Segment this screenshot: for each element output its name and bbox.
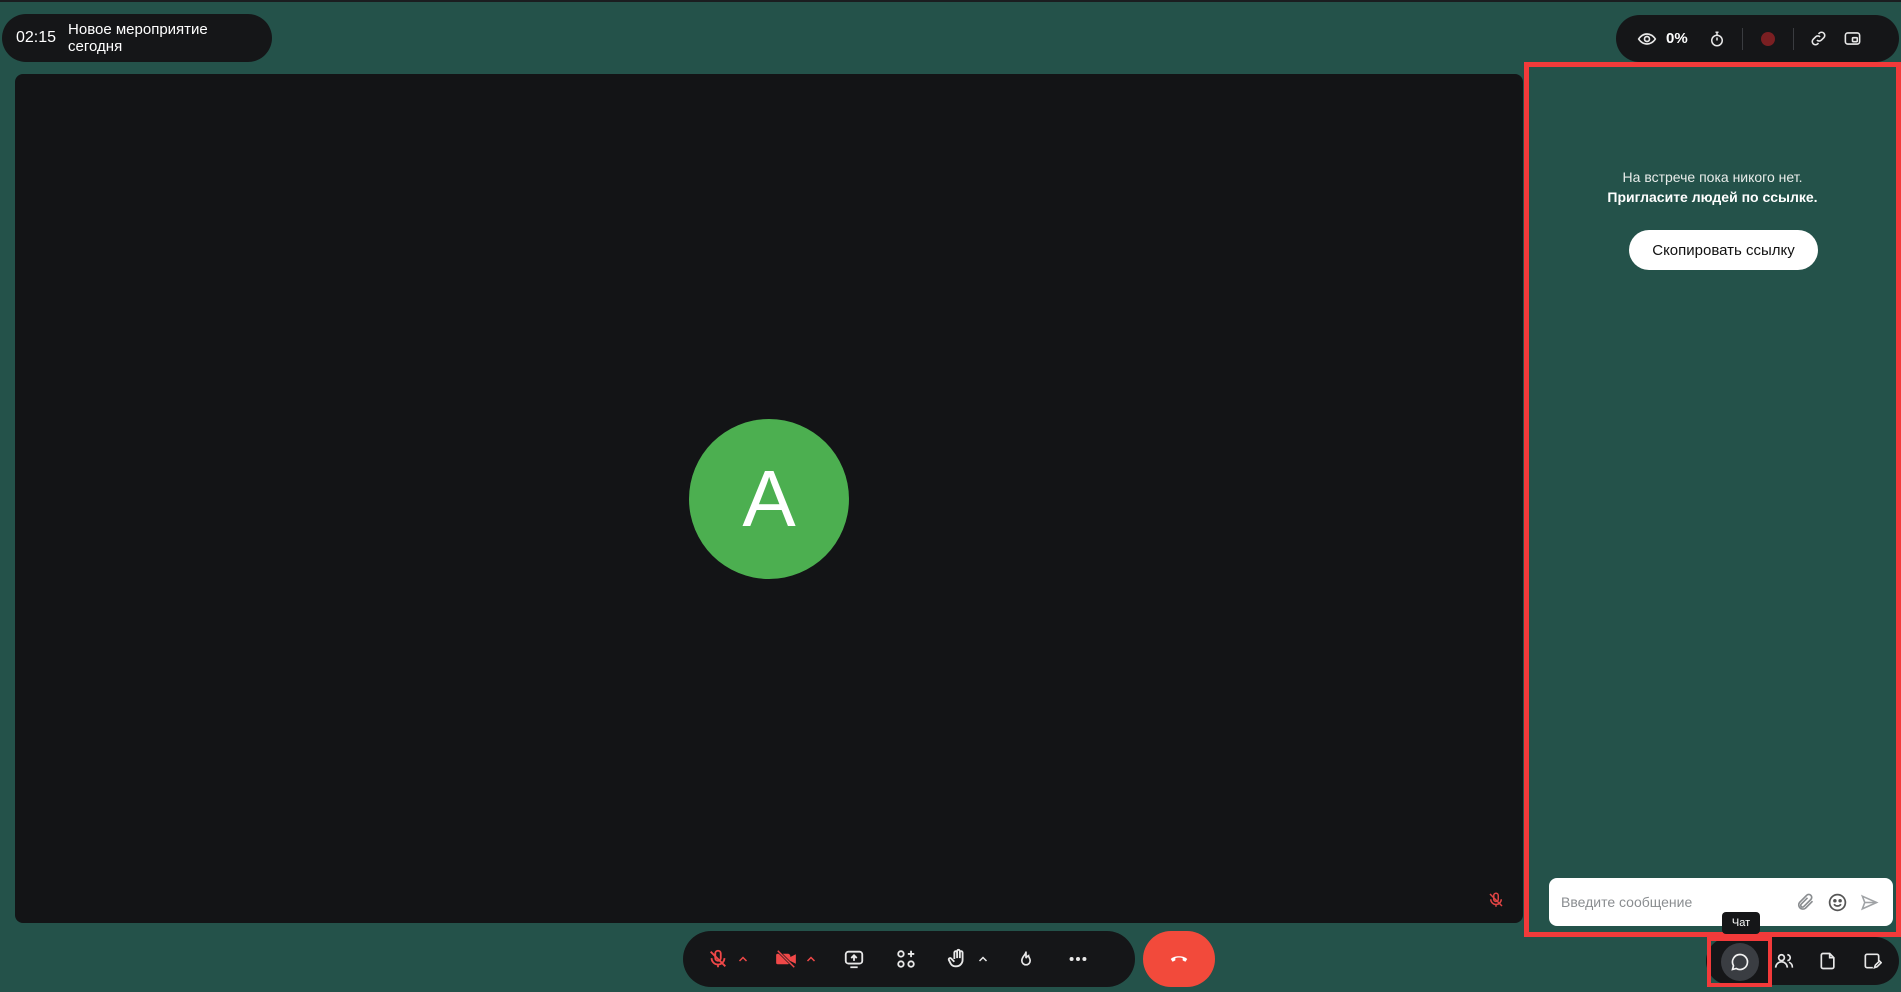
apps-button[interactable] — [889, 939, 923, 979]
window-top-border — [0, 0, 1901, 2]
notes-toggle[interactable] — [1850, 939, 1894, 983]
divider — [1792, 27, 1794, 50]
message-input[interactable] — [1561, 894, 1781, 910]
send-button[interactable] — [1855, 888, 1883, 916]
attach-button[interactable] — [1791, 888, 1819, 916]
reaction-icon — [1020, 951, 1032, 966]
camera-options[interactable] — [803, 939, 819, 979]
chevron-up-icon — [738, 956, 748, 962]
record-icon — [1760, 31, 1775, 46]
viewers-button[interactable] — [1630, 22, 1664, 56]
participant-avatar: A — [689, 419, 849, 579]
eye-icon — [1637, 32, 1657, 45]
muted-indicator — [1485, 889, 1507, 911]
microphone-off-icon — [1489, 892, 1503, 907]
participants-icon — [1774, 953, 1794, 968]
files-toggle[interactable] — [1806, 939, 1850, 983]
emoji-button[interactable] — [1823, 888, 1851, 916]
send-icon — [1860, 894, 1879, 910]
notes-icon — [1864, 953, 1882, 969]
chat-tooltip: Чат — [1722, 912, 1760, 934]
hang-up-button[interactable] — [1143, 931, 1215, 987]
microphone-options[interactable] — [735, 939, 751, 979]
screen-share-button[interactable] — [837, 939, 871, 979]
record-button[interactable] — [1751, 22, 1785, 56]
paperclip-icon — [1797, 893, 1814, 910]
chat-toggle-active — [1720, 943, 1759, 981]
copy-link-cta-button[interactable]: Скопировать ссылку — [1629, 230, 1818, 270]
raise-hand-icon — [947, 948, 964, 968]
raise-hand-button[interactable] — [941, 939, 975, 979]
copy-link-button[interactable] — [1802, 22, 1836, 56]
camera-off-icon — [776, 949, 796, 969]
chevron-up-icon — [806, 956, 816, 962]
empty-state-line1: На встрече пока никого нет. — [1622, 169, 1803, 185]
raise-hand-options[interactable] — [975, 939, 991, 979]
viewers-percent: 0% — [1666, 30, 1688, 47]
hang-up-icon — [1170, 956, 1188, 962]
chat-panel: На встрече пока никого нет. Пригласите л… — [1524, 62, 1901, 937]
more-icon — [1069, 956, 1087, 962]
camera-toggle[interactable] — [769, 939, 803, 979]
message-composer — [1549, 878, 1893, 926]
video-stage: A — [15, 74, 1523, 923]
chat-toggle[interactable] — [1707, 937, 1772, 987]
divider — [1741, 27, 1743, 50]
screen-share-icon — [844, 950, 864, 969]
meeting-info: 02:15 Новое мероприятие сегодня — [2, 14, 272, 62]
files-icon — [1820, 952, 1835, 970]
chat-icon — [1730, 953, 1748, 971]
stopwatch-icon — [1710, 31, 1723, 46]
empty-state-line2: Пригласите людей по ссылке. — [1607, 189, 1818, 205]
reaction-button[interactable] — [1009, 939, 1043, 979]
microphone-off-icon — [710, 949, 726, 968]
smile-icon — [1828, 893, 1846, 911]
empty-state: На встрече пока никого нет. Пригласите л… — [1529, 167, 1896, 207]
picture-in-picture-button[interactable] — [1836, 22, 1870, 56]
call-controls — [683, 931, 1135, 987]
link-icon — [1811, 31, 1826, 46]
more-button[interactable] — [1061, 939, 1095, 979]
meeting-title: Новое мероприятие сегодня — [68, 21, 208, 55]
top-tools-bar: 0% — [1616, 15, 1899, 62]
microphone-toggle[interactable] — [701, 939, 735, 979]
timer-button[interactable] — [1700, 22, 1734, 56]
picture-in-picture-icon — [1844, 32, 1861, 45]
chevron-up-icon — [978, 956, 988, 962]
apps-icon — [897, 950, 915, 968]
meeting-timer: 02:15 — [16, 29, 57, 46]
